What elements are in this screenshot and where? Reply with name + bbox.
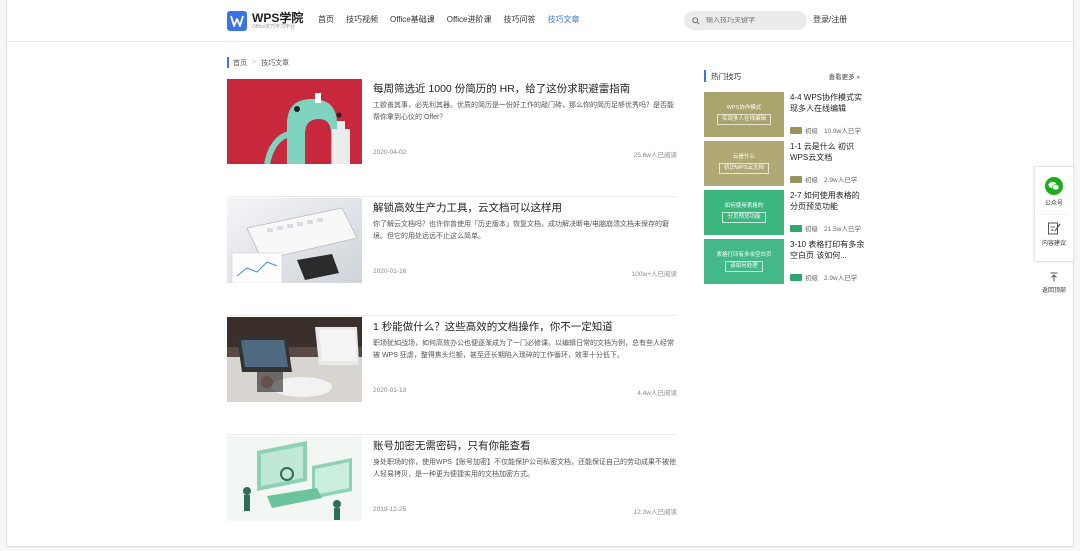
- content-suggestion-label: 内容建议: [1041, 241, 1066, 247]
- breadcrumb-separator: >: [252, 59, 257, 66]
- page-frame: WPS学院 Office技巧学习平台 首页 技巧视频 Office基础课 Off…: [6, 0, 1074, 547]
- wechat-label: 公众号: [1044, 201, 1063, 207]
- hot-tips-title: 热门技巧: [711, 71, 741, 81]
- breadcrumb-home[interactable]: 首页: [233, 58, 247, 68]
- level-badge-icon: [790, 273, 802, 281]
- article-thumbnail[interactable]: [227, 79, 362, 164]
- tip-thumb-line: 云是什么: [732, 153, 755, 160]
- tip-item: 如何使用表格的 分页预览功能 2-7 如何使用表格的分页预览功能 初级 21.5…: [704, 190, 864, 239]
- article-date: 2020-01-13: [373, 387, 407, 394]
- article-views: 100w+人已阅读: [631, 271, 677, 278]
- nav-office-basic[interactable]: Office基础课: [390, 14, 435, 25]
- tip-item: 表格打印有多余空白页 该如何处理 3-10 表格打印有多余空白页 该如何... …: [704, 239, 864, 288]
- content-suggestion-button[interactable]: 内容建议: [1035, 221, 1073, 247]
- wps-academy-logo[interactable]: WPS学院 Office技巧学习平台: [227, 11, 303, 31]
- tip-meta: 初级 2.9w人已学: [790, 174, 857, 184]
- article-description: 你了解云文档吗？也许你曾使用「历史版本」恢复文档，成功解决断电/电脑崩溃文档未保…: [373, 221, 669, 240]
- top-header: WPS学院 Office技巧学习平台 首页 技巧视频 Office基础课 Off…: [7, 0, 1073, 42]
- tip-thumb-line: 表格打印有多余空白页: [716, 251, 772, 258]
- main-nav: 首页 技巧视频 Office基础课 Office进阶课 技巧问答 技巧文章: [318, 14, 592, 25]
- nav-tip-articles[interactable]: 技巧文章: [548, 14, 580, 25]
- nav-tip-qa[interactable]: 技巧问答: [504, 14, 536, 25]
- nav-tip-videos[interactable]: 技巧视频: [346, 14, 378, 25]
- article-item: 账号加密无需密码，只有你能查看 身处职场的你，使用WPS【账号加密】不仅能保护公…: [227, 436, 677, 546]
- feedback-edit-icon: [1048, 222, 1061, 235]
- article-item: 解锁高效生产力工具，云文档可以这样用 你了解云文档吗？也许你曾使用「历史版本」恢…: [227, 198, 677, 316]
- tip-meta: 初级 21.5w人已学: [790, 223, 861, 233]
- back-to-top-button[interactable]: 返回顶部: [1034, 272, 1074, 294]
- article-thumbnail[interactable]: [227, 436, 362, 521]
- tip-title[interactable]: 1-1 云是什么 初识WPS云文档: [790, 141, 866, 163]
- view-more-link[interactable]: 查看更多 »: [829, 71, 860, 81]
- hot-tips-list: WPS协作模式 实现多人在线编辑 4-4 WPS协作模式实现多人在线编辑 初级 …: [704, 92, 864, 288]
- tip-title[interactable]: 3-10 表格打印有多余空白页 该如何...: [790, 239, 866, 261]
- tip-thumbnail[interactable]: WPS协作模式 实现多人在线编辑: [704, 92, 784, 137]
- tip-item: WPS协作模式 实现多人在线编辑 4-4 WPS协作模式实现多人在线编辑 初级 …: [704, 92, 864, 141]
- article-description: 身处职场的你，使用WPS【账号加密】不仅能保护公司私密文档，还能保证自己的劳动成…: [373, 459, 676, 478]
- tip-learners: 21.5w人已学: [824, 226, 861, 233]
- nav-office-advanced[interactable]: Office进阶课: [447, 14, 492, 25]
- tip-level: 初级: [805, 226, 818, 233]
- tip-item: 云是什么 初识WPS云文档 1-1 云是什么 初识WPS云文档 初级 2.9w人…: [704, 141, 864, 190]
- tip-title[interactable]: 2-7 如何使用表格的分页预览功能: [790, 190, 866, 212]
- article-views: 12.3w人已阅读: [633, 509, 677, 516]
- article-date: 2020-01-16: [373, 268, 407, 275]
- wechat-official-account-button[interactable]: 公众号: [1035, 177, 1073, 207]
- tip-meta: 初级 2.9w人已学: [790, 272, 857, 282]
- article-views: 4.4w人已阅读: [637, 390, 677, 397]
- article-item: 1 秒能做什么？这些高效的文档操作，你不一定知道 职场犹如战场，如何高效办公也便…: [227, 317, 677, 435]
- tip-title[interactable]: 4-4 WPS协作模式实现多人在线编辑: [790, 92, 866, 114]
- back-to-top-label: 返回顶部: [1041, 288, 1066, 294]
- tip-thumb-line: 初识WPS云文档: [718, 162, 770, 174]
- article-title[interactable]: 解锁高效生产力工具，云文档可以这样用: [373, 200, 562, 215]
- search-icon[interactable]: [692, 16, 700, 25]
- article-description: 工欲善其事，必先利其器。优质的简历是一份好工作的敲门砖，那么你的简历足够优秀吗？…: [373, 102, 674, 121]
- nav-home[interactable]: 首页: [318, 14, 334, 25]
- tip-meta: 初级 10.9w人已学: [790, 125, 861, 135]
- wps-logo-icon: [227, 11, 247, 31]
- logo-subtitle: Office技巧学习平台: [252, 24, 295, 30]
- search-input[interactable]: [706, 17, 796, 24]
- login-register-link[interactable]: 登录/注册: [813, 14, 847, 25]
- article-date: 2019-12-25: [373, 506, 407, 513]
- article-thumbnail[interactable]: [227, 198, 362, 283]
- tip-thumbnail[interactable]: 表格打印有多余空白页 该如何处理: [704, 239, 784, 284]
- level-badge-icon: [790, 224, 802, 232]
- breadcrumb-current: 技巧文章: [261, 59, 290, 67]
- level-badge-icon: [790, 126, 802, 134]
- tip-level: 初级: [805, 177, 818, 184]
- article-title[interactable]: 每周筛选近 1000 份简历的 HR，给了这份求职避雷指南: [373, 81, 630, 96]
- tip-thumbnail[interactable]: 如何使用表格的 分页预览功能: [704, 190, 784, 235]
- toolbar-divider: [1039, 214, 1069, 215]
- tip-thumbnail[interactable]: 云是什么 初识WPS云文档: [704, 141, 784, 186]
- article-thumbnail[interactable]: [227, 317, 362, 402]
- breadcrumb: 首页 > 技巧文章: [227, 57, 289, 68]
- article-date: 2020-04-02: [373, 149, 407, 156]
- article-list: 每周筛选近 1000 份简历的 HR，给了这份求职避雷指南 工欲善其事，必先利其…: [227, 79, 677, 546]
- arrow-up-icon: [1050, 272, 1058, 282]
- tip-learners: 2.9w人已学: [824, 177, 858, 184]
- tip-learners: 10.9w人已学: [824, 128, 861, 135]
- search-box: [684, 11, 807, 30]
- tip-thumb-line: 如何使用表格的: [724, 202, 764, 209]
- tip-thumb-line: 实现多人在线编辑: [716, 113, 771, 125]
- level-badge-icon: [790, 175, 802, 183]
- logo-title: WPS学院: [252, 11, 304, 25]
- tip-level: 初级: [805, 128, 818, 135]
- floating-toolbar: 公众号 内容建议: [1034, 166, 1074, 262]
- tip-learners: 2.9w人已学: [824, 275, 858, 282]
- hot-tips-header: 热门技巧 查看更多 »: [704, 70, 860, 82]
- article-views: 25.6w人已阅读: [633, 152, 677, 159]
- tip-thumb-line: 该如何处理: [725, 260, 763, 272]
- article-item: 每周筛选近 1000 份简历的 HR，给了这份求职避雷指南 工欲善其事，必先利其…: [227, 79, 677, 197]
- tip-thumb-line: WPS协作模式: [726, 104, 762, 111]
- article-description: 职场犹如战场，如何高效办公也便逐渐成为了一门必修课。以编辑日常的文档为例，总有些…: [373, 340, 674, 359]
- article-title[interactable]: 账号加密无需密码，只有你能查看: [373, 438, 531, 453]
- tip-level: 初级: [805, 275, 818, 282]
- wechat-icon: [1045, 177, 1063, 195]
- article-title[interactable]: 1 秒能做什么？这些高效的文档操作，你不一定知道: [373, 319, 613, 334]
- tip-thumb-line: 分页预览功能: [722, 211, 766, 223]
